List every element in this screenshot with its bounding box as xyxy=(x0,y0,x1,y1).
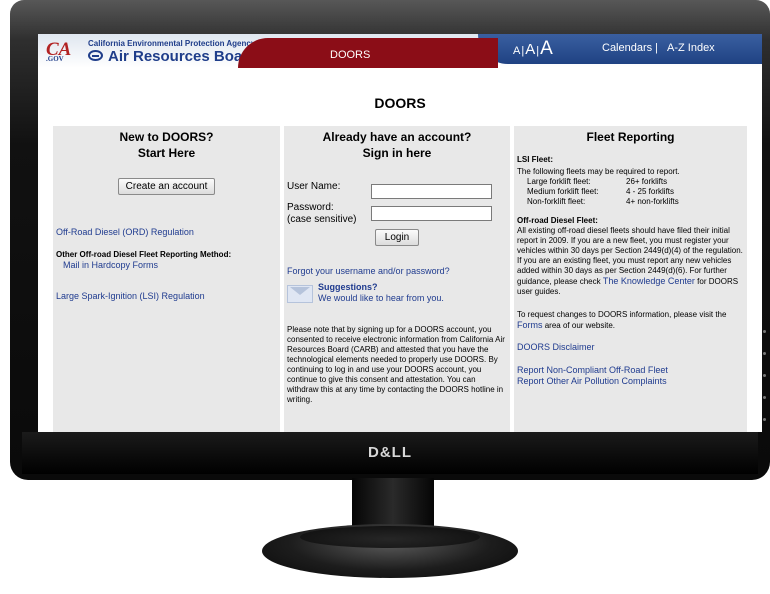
board-name[interactable]: Air Resources Board xyxy=(108,48,257,65)
suggestions-link[interactable]: We would like to hear from you. xyxy=(318,293,444,304)
username-label: User Name: xyxy=(287,181,341,192)
other-method-heading: Other Off-road Diesel Fleet Reporting Me… xyxy=(56,250,232,259)
report-noncompliant-link[interactable]: Report Non-Compliant Off-Road Fleet xyxy=(517,365,668,376)
sign-in-title: Already have an account? Sign in here xyxy=(322,130,472,160)
password-note: (case sensitive) xyxy=(287,214,357,225)
fleet-row: Non-forklift fleet: xyxy=(527,197,586,206)
password-input[interactable] xyxy=(371,206,492,221)
lsi-regulation-link[interactable]: Large Spark-Ignition (LSI) Regulation xyxy=(56,291,205,302)
lsi-intro: The following fleets may be required to … xyxy=(517,167,680,176)
ord-fleet-heading: Off-road Diesel Fleet: xyxy=(517,216,598,225)
monitor-buttons xyxy=(763,330,767,440)
fleet-reporting-title: Fleet Reporting xyxy=(586,130,675,144)
report-complaints-link[interactable]: Report Other Air Pollution Complaints xyxy=(517,376,667,387)
font-small-button[interactable]: A xyxy=(513,45,520,57)
username-input[interactable] xyxy=(371,184,492,199)
forms-link[interactable]: Forms xyxy=(517,320,543,330)
create-account-button[interactable]: Create an account xyxy=(118,178,215,195)
new-user-title: New to DOORS? Start Here xyxy=(119,130,214,160)
arb-logo-icon xyxy=(88,50,103,61)
site-header: CA .GOV California Environmental Protect… xyxy=(38,34,762,68)
fleet-reporting-panel: Fleet Reporting LSI Fleet: The following… xyxy=(514,126,747,432)
login-button[interactable]: Login xyxy=(375,229,419,246)
mail-forms-link[interactable]: Mail in Hardcopy Forms xyxy=(63,260,158,271)
ca-gov-logo[interactable]: CA .GOV xyxy=(46,40,71,63)
request-changes-text: To request changes to DOORS information,… xyxy=(517,310,727,330)
lsi-fleet-heading: LSI Fleet: xyxy=(517,155,554,164)
new-user-panel: New to DOORS? Start Here Create an accou… xyxy=(53,126,280,432)
envelope-icon xyxy=(287,285,313,303)
az-index-link[interactable]: A-Z Index xyxy=(667,42,715,54)
fleet-row-count: 26+ forklifts xyxy=(626,177,668,186)
forgot-credentials-link[interactable]: Forgot your username and/or password? xyxy=(287,266,450,277)
ord-fleet-text: All existing off-road diesel fleets shou… xyxy=(517,226,743,296)
ord-regulation-link[interactable]: Off-Road Diesel (ORD) Regulation xyxy=(56,227,194,238)
knowledge-center-link[interactable]: The Knowledge Center xyxy=(603,276,695,286)
agency-name: California Environmental Protection Agen… xyxy=(88,39,256,48)
password-label: Password: xyxy=(287,202,334,213)
fleet-row-count: 4+ non-forklifts xyxy=(626,197,679,206)
fleet-row: Large forklift fleet: xyxy=(527,177,591,186)
doors-disclaimer-link[interactable]: DOORS Disclaimer xyxy=(517,342,595,353)
font-size-controls: A|A|A xyxy=(513,38,553,59)
app-tab-label: DOORS xyxy=(330,49,371,61)
app-tab[interactable]: DOORS xyxy=(238,38,498,68)
dell-logo: D&LL xyxy=(368,444,412,461)
font-large-button[interactable]: A xyxy=(540,38,553,59)
consent-notice: Please note that by signing up for a DOO… xyxy=(287,325,505,404)
font-medium-button[interactable]: A xyxy=(525,41,535,58)
monitor-stand-top xyxy=(300,526,480,548)
sign-in-panel: Already have an account? Sign in here Us… xyxy=(284,126,510,432)
suggestions-title[interactable]: Suggestions? xyxy=(318,282,378,293)
calendars-link[interactable]: Calendars xyxy=(602,42,652,54)
fleet-row: Medium forklift fleet: xyxy=(527,187,599,196)
screen: CA .GOV California Environmental Protect… xyxy=(38,34,762,432)
fleet-row-count: 4 - 25 forklifts xyxy=(626,187,675,196)
page-title: DOORS xyxy=(374,95,426,111)
nav-separator: | xyxy=(655,42,658,54)
